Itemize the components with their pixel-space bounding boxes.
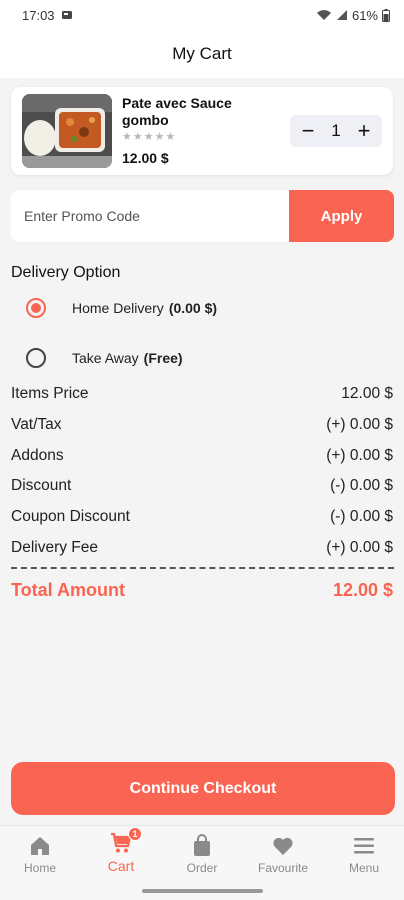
summary-row-delivery-fee: Delivery Fee (+) 0.00 $ (11, 539, 393, 557)
summary-row-vat: Vat/Tax (+) 0.00 $ (11, 416, 393, 434)
cart-item-card[interactable]: Pate avec Sauce gombo ★★★★★ 12.00 $ − 1 … (11, 87, 393, 175)
summary-row-coupon-discount: Coupon Discount (-) 0.00 $ (11, 508, 393, 526)
summary-value: (+) 0.00 $ (326, 416, 393, 433)
summary-value: (-) 0.00 $ (330, 508, 393, 525)
rating-stars: ★★★★★ (122, 131, 177, 143)
nav-item-cart[interactable]: 1 Cart (81, 827, 161, 874)
summary-label: Coupon Discount (11, 508, 130, 525)
summary-divider (11, 567, 394, 569)
take-away-radio[interactable] (26, 348, 46, 368)
item-name: Pate avec Sauce gombo (122, 95, 232, 128)
summary-row-items-price: Items Price 12.00 $ (11, 385, 393, 403)
signal-icon (336, 10, 347, 20)
summary-row-addons: Addons (+) 0.00 $ (11, 447, 393, 465)
page-title: My Cart (172, 44, 232, 63)
decrease-quantity-button[interactable]: − (298, 120, 318, 142)
nav-item-favourite[interactable]: Favourite (243, 834, 323, 875)
home-delivery-fee: (0.00 $) (168, 300, 218, 316)
cart-badge: 1 (128, 827, 142, 841)
nav-item-menu[interactable]: Menu (324, 834, 404, 875)
app-bar: My Cart (0, 30, 404, 78)
total-value: 12.00 $ (332, 580, 393, 600)
nav-item-order[interactable]: Order (162, 834, 242, 875)
total-row: Total Amount 12.00 $ (11, 580, 393, 601)
home-icon (31, 837, 49, 855)
battery-percent: 61% (351, 7, 378, 23)
home-indicator[interactable] (142, 889, 263, 893)
menu-icon (354, 838, 374, 854)
nav-label-home: Home (23, 861, 56, 875)
take-away-label: Take Away (72, 350, 139, 366)
home-delivery-label: Home Delivery (72, 300, 164, 316)
home-delivery-radio[interactable] (26, 298, 46, 318)
apply-promo-button[interactable]: Apply (289, 190, 394, 242)
delivery-option-title: Delivery Option (11, 264, 121, 281)
nav-label-cart: Cart (107, 858, 135, 874)
food-image (22, 94, 112, 168)
summary-label: Discount (11, 477, 72, 494)
continue-checkout-button[interactable]: Continue Checkout (11, 762, 395, 815)
summary-label: Addons (11, 447, 64, 464)
summary-row-discount: Discount (-) 0.00 $ (11, 477, 393, 495)
status-time: 17:03 (22, 7, 55, 23)
summary-label: Vat/Tax (11, 416, 62, 433)
nav-label-favourite: Favourite (257, 861, 309, 875)
summary-value: 12.00 $ (341, 385, 393, 402)
battery-icon (382, 8, 390, 22)
take-away-fee: (Free) (143, 350, 183, 366)
total-label: Total Amount (11, 580, 125, 600)
summary-label: Delivery Fee (11, 539, 98, 556)
quantity-stepper: − 1 + (290, 115, 382, 147)
summary-value: (-) 0.00 $ (330, 477, 393, 494)
summary-value: (+) 0.00 $ (326, 447, 393, 464)
delivery-option-home[interactable]: Home Delivery (0.00 $) (26, 298, 217, 318)
promo-code-input[interactable] (11, 190, 289, 242)
item-price: 12.00 $ (122, 150, 169, 166)
delivery-option-takeaway[interactable]: Take Away (Free) (26, 348, 183, 368)
nav-item-home[interactable]: Home (0, 834, 80, 875)
increase-quantity-button[interactable]: + (354, 120, 374, 142)
bag-icon (194, 834, 210, 856)
quantity-value: 1 (331, 121, 341, 140)
notification-icon (61, 11, 72, 19)
status-bar: 17:03 61% (0, 0, 404, 30)
heart-icon (273, 837, 293, 855)
summary-value: (+) 0.00 $ (326, 539, 393, 556)
summary-label: Items Price (11, 385, 89, 402)
wifi-icon (316, 10, 331, 20)
nav-label-order: Order (186, 861, 218, 875)
nav-label-menu: Menu (348, 861, 380, 875)
